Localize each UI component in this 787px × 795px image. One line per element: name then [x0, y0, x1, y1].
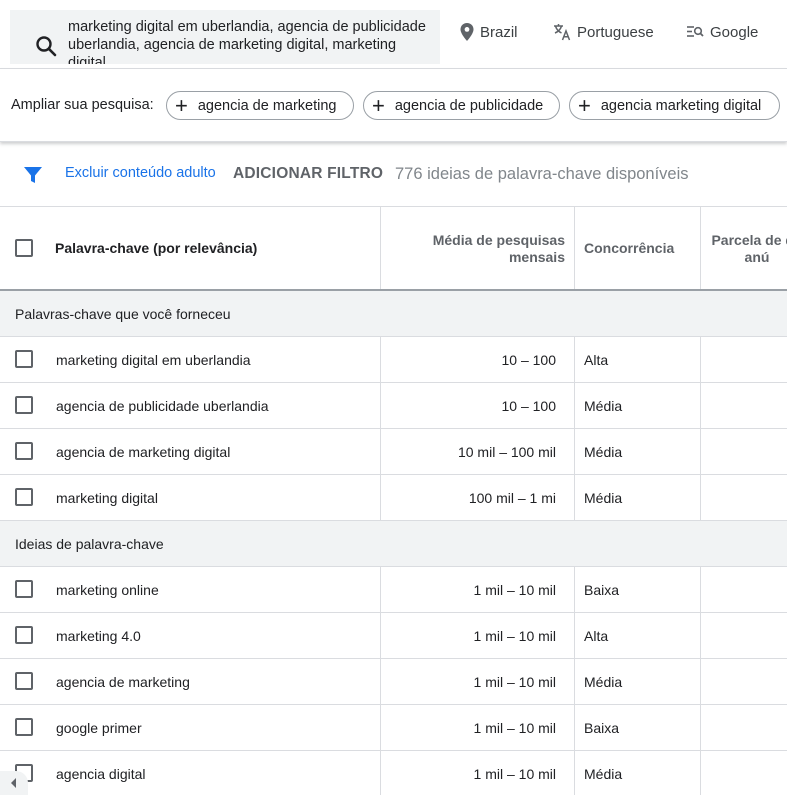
chip-label: agencia de marketing	[197, 97, 337, 114]
row-checkbox[interactable]	[15, 626, 33, 644]
table-row[interactable]: marketing digital 100 mil – 1 mi Média	[0, 475, 787, 521]
keyword-table: Palavra-chave (por relevância) Média de …	[0, 207, 787, 795]
competition-cell: Média	[584, 444, 623, 460]
keyword-cell: agencia de publicidade uberlandia	[56, 398, 269, 414]
row-checkbox[interactable]	[15, 580, 33, 598]
broaden-label: Ampliar sua pesquisa:	[11, 97, 154, 113]
network-label: Google	[710, 23, 759, 41]
select-all-checkbox[interactable]	[15, 239, 33, 257]
keyword-cell: google primer	[56, 720, 142, 736]
translate-icon	[554, 24, 571, 41]
table-row[interactable]: agencia digital 1 mil – 10 mil Média	[0, 751, 787, 795]
avg-searches-cell: 10 – 100	[501, 398, 557, 414]
table-row[interactable]: agencia de marketing 1 mil – 10 mil Médi…	[0, 659, 787, 705]
broaden-chip[interactable]: + agencia de publicidade	[363, 91, 560, 120]
chevron-left-icon	[11, 778, 16, 788]
location-label: Brazil	[480, 23, 518, 41]
column-divider	[700, 207, 701, 289]
competition-cell: Média	[584, 398, 623, 414]
ideas-count: 776 ideias de palavra-chave disponíveis	[395, 165, 689, 183]
table-header: Palavra-chave (por relevância) Média de …	[0, 207, 787, 291]
keyword-cell: marketing 4.0	[56, 628, 141, 644]
filter-funnel-icon[interactable]	[22, 164, 44, 186]
group-title: Palavras-chave que você forneceu	[15, 306, 231, 322]
search-icon	[36, 36, 57, 57]
filter-bar: Excluir conteúdo adulto ADICIONAR FILTRO…	[0, 145, 787, 207]
avg-searches-cell: 1 mil – 10 mil	[473, 674, 556, 690]
table-row[interactable]: marketing 4.0 1 mil – 10 mil Alta	[0, 613, 787, 659]
table-row[interactable]: google primer 1 mil – 10 mil Baixa	[0, 705, 787, 751]
network-selector[interactable]: Google	[686, 22, 758, 42]
competition-cell: Baixa	[584, 720, 620, 736]
plus-icon: +	[578, 92, 591, 118]
search-network-icon	[687, 26, 704, 37]
column-divider	[574, 207, 575, 289]
scroll-left-button[interactable]	[0, 771, 28, 795]
table-row[interactable]: marketing online 1 mil – 10 mil Baixa	[0, 567, 787, 613]
language-label: Portuguese	[577, 23, 654, 41]
avg-searches-cell: 1 mil – 10 mil	[473, 766, 556, 782]
column-header-keyword[interactable]: Palavra-chave (por relevância)	[55, 240, 257, 257]
row-checkbox[interactable]	[15, 350, 33, 368]
keyword-cell: marketing online	[56, 582, 159, 598]
broaden-search-bar: Ampliar sua pesquisa: + agencia de marke…	[0, 69, 787, 142]
group-header: Ideias de palavra-chave	[0, 521, 787, 567]
column-header-impression-share[interactable]: Parcela de do anú	[707, 232, 787, 266]
plus-icon: +	[175, 92, 188, 118]
location-pin-icon	[460, 23, 474, 41]
row-checkbox[interactable]	[15, 396, 33, 414]
row-checkbox[interactable]	[15, 442, 33, 460]
competition-cell: Alta	[584, 628, 609, 644]
chip-label: agencia de publicidade	[394, 97, 544, 114]
search-input[interactable]: marketing digital em uberlandia, agencia…	[68, 18, 434, 64]
keyword-cell: agencia digital	[56, 766, 146, 782]
keyword-cell: marketing digital	[56, 490, 158, 506]
keyword-cell: agencia de marketing	[56, 674, 190, 690]
competition-cell: Baixa	[584, 582, 620, 598]
avg-searches-cell: 100 mil – 1 mi	[468, 490, 556, 506]
row-checkbox[interactable]	[15, 672, 33, 690]
competition-cell: Média	[584, 674, 623, 690]
competition-cell: Média	[584, 490, 623, 506]
column-header-avg-searches[interactable]: Média de pesquisas mensais	[390, 232, 565, 266]
exclude-adult-filter[interactable]: Excluir conteúdo adulto	[65, 165, 216, 181]
location-selector[interactable]: Brazil	[460, 22, 518, 42]
avg-searches-cell: 10 mil – 100 mil	[457, 444, 556, 460]
chip-label: agencia marketing digital	[600, 97, 762, 114]
group-title: Ideias de palavra-chave	[15, 536, 164, 552]
broaden-chip[interactable]: + agencia de marketing	[166, 91, 354, 120]
add-filter-button[interactable]: ADICIONAR FILTRO	[233, 165, 383, 183]
competition-cell: Média	[584, 766, 623, 782]
avg-searches-cell: 1 mil – 10 mil	[473, 582, 556, 598]
table-row[interactable]: marketing digital em uberlandia 10 – 100…	[0, 337, 787, 383]
table-row[interactable]: agencia de publicidade uberlandia 10 – 1…	[0, 383, 787, 429]
avg-searches-cell: 1 mil – 10 mil	[473, 628, 556, 644]
broaden-chip[interactable]: + agencia marketing digital	[569, 91, 780, 120]
avg-searches-cell: 1 mil – 10 mil	[473, 720, 556, 736]
column-header-competition[interactable]: Concorrência	[584, 240, 674, 257]
row-checkbox[interactable]	[15, 488, 33, 506]
plus-icon: +	[372, 92, 385, 118]
targeting-bar: marketing digital em uberlandia, agencia…	[0, 0, 787, 69]
keyword-cell: marketing digital em uberlandia	[56, 352, 251, 368]
column-divider	[380, 207, 381, 289]
keyword-search-box[interactable]: marketing digital em uberlandia, agencia…	[10, 10, 440, 64]
competition-cell: Alta	[584, 352, 609, 368]
table-row[interactable]: agencia de marketing digital 10 mil – 10…	[0, 429, 787, 475]
language-selector[interactable]: Portuguese	[553, 22, 654, 42]
row-checkbox[interactable]	[15, 718, 33, 736]
keyword-cell: agencia de marketing digital	[56, 444, 231, 460]
avg-searches-cell: 10 – 100	[501, 352, 557, 368]
group-header: Palavras-chave que você forneceu	[0, 291, 787, 337]
